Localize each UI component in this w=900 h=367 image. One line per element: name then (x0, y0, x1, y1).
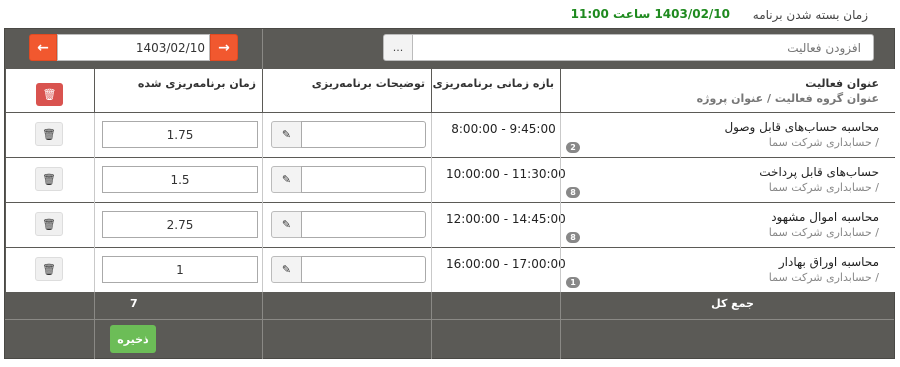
trash-icon: 🗑 (42, 262, 56, 276)
add-activity-group: ... (383, 34, 874, 61)
close-time-value: 1403/02/10 ساعت 11:00 (570, 7, 730, 21)
header-activity-title: عنوان فعالیت (805, 77, 879, 90)
table-row: 🗑 ✎ 10:00:00 - 11:30:00 حساب‌های قابل پر… (6, 158, 895, 202)
start-time: 12:00:00 (446, 212, 500, 226)
end-time: 14:45:00 (511, 212, 566, 226)
planned-hours-input[interactable] (102, 166, 258, 193)
start-time: 10:00:00 (446, 167, 500, 181)
activity-title: محاسبه حساب‌های قابل وصول (724, 120, 879, 134)
delete-all-button[interactable]: 🗑 (36, 83, 63, 106)
header-project-title: عنوان پروژه (696, 92, 764, 105)
total-label: جمع کل (711, 297, 754, 310)
count-badge: 2 (566, 142, 580, 153)
time-range: 10:00:00 - 11:30:00 (446, 167, 566, 181)
trash-icon: 🗑 (42, 127, 56, 141)
header-activity-cell: عنوان فعالیت عنوان گروه فعالیت / عنوان پ… (561, 69, 895, 112)
edit-icon: ✎ (281, 128, 292, 141)
description-field: ✎ (271, 121, 426, 148)
planned-hours-input[interactable] (102, 121, 258, 148)
header-description: توضیحات برنامه‌ریزی (311, 77, 425, 90)
edit-icon: ✎ (281, 263, 292, 276)
date-input[interactable] (57, 34, 210, 61)
description-field: ✎ (271, 166, 426, 193)
delete-row-button[interactable]: 🗑 (35, 167, 63, 191)
time-range: 16:00:00 - 17:00:00 (446, 257, 566, 271)
activity-subtitle: / حسابداری شرکت سما (768, 271, 879, 284)
delete-row-button[interactable]: 🗑 (35, 212, 63, 236)
activity-title: محاسبه اموال مشهود (771, 210, 879, 224)
edit-icon: ✎ (281, 218, 292, 231)
next-day-button[interactable]: → (210, 34, 238, 61)
activity-title: محاسبه اوراق بهادار (778, 255, 879, 269)
trash-icon: 🗑 (42, 172, 56, 186)
arrow-right-icon: → (218, 39, 230, 56)
description-input[interactable] (301, 166, 426, 193)
planned-hours-input[interactable] (102, 211, 258, 238)
time-range: 12:00:00 - 14:45:00 (446, 212, 566, 226)
time-range: 8:00:00 - 9:45:00 (451, 122, 556, 136)
arrow-left-icon: ← (37, 39, 49, 56)
description-input[interactable] (301, 211, 426, 238)
edit-icon: ✎ (281, 173, 292, 186)
date-navigator: ← → (29, 34, 238, 61)
edit-description-button[interactable]: ✎ (271, 121, 302, 148)
table-row: 🗑 ✎ 12:00:00 - 14:45:00 محاسبه اموال مشه… (6, 203, 895, 247)
end-time: 9:45:00 (509, 122, 556, 136)
activity-title: حساب‌های قابل پرداخت (759, 165, 879, 179)
activity-subtitle: / حسابداری شرکت سما (768, 226, 879, 239)
description-field: ✎ (271, 256, 426, 283)
description-field: ✎ (271, 211, 426, 238)
header-time-range-cell: بازه زمانی برنامه‌ریزی (432, 69, 560, 112)
count-badge: 1 (566, 277, 580, 288)
activity-subtitle: / حسابداری شرکت سما (768, 136, 879, 149)
count-badge: 8 (566, 232, 580, 243)
delete-row-button[interactable]: 🗑 (35, 122, 63, 146)
header-activity-sub: عنوان گروه فعالیت / عنوان پروژه (696, 92, 879, 105)
prev-day-button[interactable]: ← (29, 34, 57, 61)
edit-description-button[interactable]: ✎ (271, 166, 302, 193)
browse-activity-button[interactable]: ... (383, 34, 413, 61)
table-row: 🗑 ✎ 16:00:00 - 17:00:00 محاسبه اوراق بها… (6, 248, 895, 292)
header-activity-group: عنوان گروه فعالیت (774, 92, 879, 105)
close-time-bar: 1403/02/10 ساعت 11:00 زمان بسته شدن برنا… (0, 0, 900, 28)
description-input[interactable] (301, 256, 426, 283)
table-row: 🗑 ✎ 8:00:00 - 9:45:00 محاسبه حساب‌های قا… (6, 113, 895, 157)
header-planned-time-cell: زمان برنامه‌ریزی شده (95, 69, 262, 112)
header-time-range: بازه زمانی برنامه‌ریزی (432, 77, 554, 90)
end-time: 17:00:00 (511, 257, 566, 271)
header-planned-time: زمان برنامه‌ریزی شده (137, 77, 256, 90)
delete-row-button[interactable]: 🗑 (35, 257, 63, 281)
activity-subtitle: / حسابداری شرکت سما (768, 181, 879, 194)
header-description-cell: توضیحات برنامه‌ریزی (263, 69, 431, 112)
save-button[interactable]: ذخیره (110, 325, 156, 353)
edit-description-button[interactable]: ✎ (271, 211, 302, 238)
start-time: 8:00:00 (451, 122, 498, 136)
close-time-label: زمان بسته شدن برنامه (752, 8, 868, 22)
start-time: 16:00:00 (446, 257, 500, 271)
planned-hours-input[interactable] (102, 256, 258, 283)
add-activity-input[interactable] (412, 34, 874, 61)
planning-table: ← → ... زمان برنامه‌ریزی شده توضیحات برن… (4, 28, 895, 359)
description-input[interactable] (301, 121, 426, 148)
trash-icon: 🗑 (42, 88, 57, 101)
count-badge: 8 (566, 187, 580, 198)
trash-icon: 🗑 (42, 217, 56, 231)
edit-description-button[interactable]: ✎ (271, 256, 302, 283)
end-time: 11:30:00 (511, 167, 566, 181)
total-value: 7 (130, 297, 138, 310)
